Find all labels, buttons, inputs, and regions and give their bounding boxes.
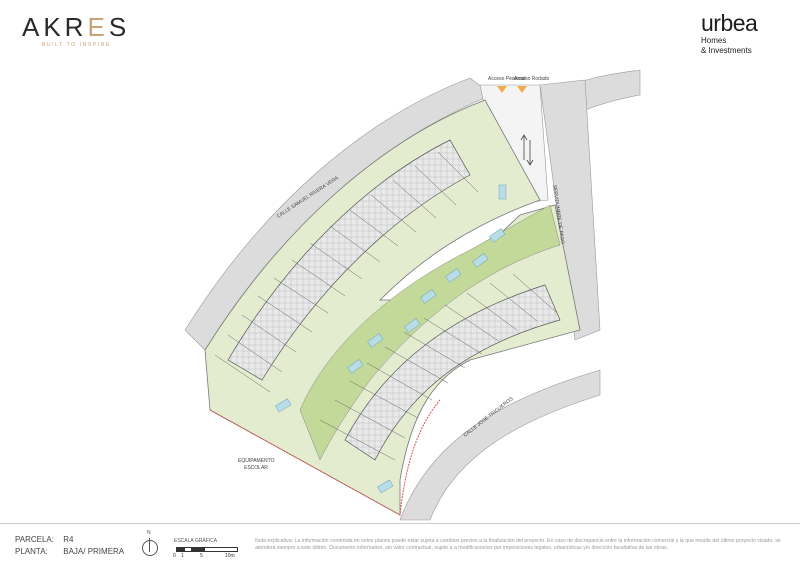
page-header: AKRES BUILT TO INSPIRE urbea Homes & Inv…	[0, 0, 800, 65]
scale-bar	[176, 547, 238, 552]
scale-tick: 0	[173, 553, 176, 559]
site-plan-drawing: Acceso Peatonal Acceso Rodado CALLE SAMU…	[184, 69, 641, 521]
parcela-row: PARCELA: R4	[15, 535, 73, 544]
akres-tagline: BUILT TO INSPIRE	[42, 42, 111, 48]
planta-row: PLANTA: BAJA/ PRIMERA	[15, 547, 124, 556]
akres-logo-text-end: S	[108, 12, 131, 42]
north-arrow-line	[149, 538, 150, 552]
page-footer: PARCELA: R4 PLANTA: BAJA/ PRIMERA N ESCA…	[0, 523, 800, 567]
parcela-label: PARCELA:	[15, 535, 54, 544]
facility-label-line1: EQUIPAMENTO	[238, 458, 275, 464]
planta-value: BAJA/ PRIMERA	[63, 547, 125, 556]
scale-tick: 5	[200, 553, 203, 559]
facility-label-line2: ESCOLAR	[244, 465, 268, 471]
urbea-subtitle-line2: & Investments	[701, 46, 752, 55]
scale-tick: 1	[181, 553, 184, 559]
urbea-subtitle-line1: Homes	[701, 36, 727, 45]
north-arrow-icon	[142, 540, 158, 556]
urbea-logo: urbea Homes & Investments	[701, 10, 758, 56]
access-label-vehicle: Acceso Rodado	[514, 76, 550, 82]
explanatory-note: Nota explicativa: La información conteni…	[255, 538, 781, 551]
scale-title: ESCALA GRÁFICA	[174, 538, 218, 544]
akres-logo: AKRES BUILT TO INSPIRE	[22, 14, 130, 48]
urbea-logo-text: urbea	[701, 10, 758, 36]
planta-label: PLANTA:	[15, 547, 48, 556]
akres-logo-text: AKR	[22, 12, 88, 42]
scale-tick: 10m	[225, 553, 235, 559]
parcela-value: R4	[63, 535, 74, 544]
site-plan: Acceso Peatonal Acceso Rodado CALLE SAMU…	[0, 65, 800, 523]
akres-logo-e: E	[87, 12, 109, 42]
north-label: N	[147, 530, 151, 536]
